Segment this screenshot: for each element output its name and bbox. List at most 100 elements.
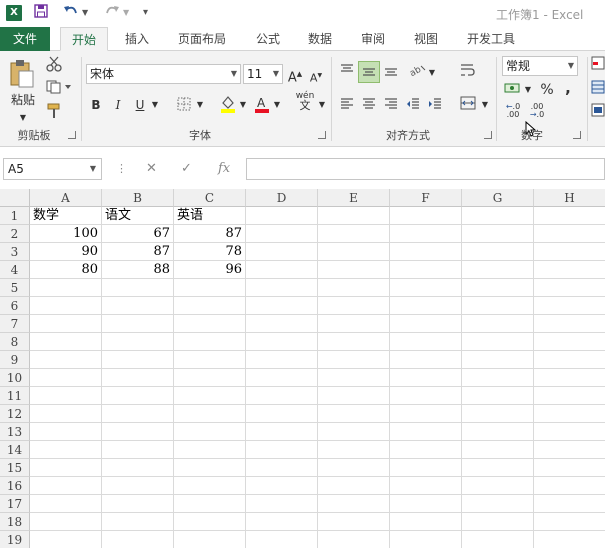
column-header-a[interactable]: A [30, 189, 102, 207]
align-right-icon[interactable] [383, 97, 399, 116]
cell-b19[interactable] [102, 531, 174, 548]
cell-a18[interactable] [30, 513, 102, 531]
column-header-b[interactable]: B [102, 189, 174, 207]
cell-f1[interactable] [390, 207, 462, 225]
row-header-9[interactable]: 9 [0, 351, 30, 369]
grow-font-icon[interactable]: A▲ [287, 65, 303, 87]
cell-g2[interactable] [462, 225, 534, 243]
cell-b11[interactable] [102, 387, 174, 405]
cell-f13[interactable] [390, 423, 462, 441]
cell-g9[interactable] [462, 351, 534, 369]
cell-h1[interactable] [534, 207, 605, 225]
cell-h13[interactable] [534, 423, 605, 441]
top-align-icon[interactable] [339, 63, 355, 82]
save-icon[interactable] [34, 4, 48, 22]
cell-f12[interactable] [390, 405, 462, 423]
cell-a17[interactable] [30, 495, 102, 513]
cell-b7[interactable] [102, 315, 174, 333]
borders-dropdown-icon[interactable]: ▼ [195, 96, 205, 114]
cell-b17[interactable] [102, 495, 174, 513]
cell-c6[interactable] [174, 297, 246, 315]
cell-b9[interactable] [102, 351, 174, 369]
cell-b3[interactable]: 87 [102, 243, 174, 261]
row-header-11[interactable]: 11 [0, 387, 30, 405]
cell-g10[interactable] [462, 369, 534, 387]
increase-indent-icon[interactable] [427, 97, 443, 116]
cell-c11[interactable] [174, 387, 246, 405]
font-size-select[interactable]: 11 ▼ [243, 64, 283, 84]
merge-dropdown-icon[interactable]: ▼ [480, 96, 490, 114]
cell-b18[interactable] [102, 513, 174, 531]
cell-b15[interactable] [102, 459, 174, 477]
tab-file[interactable]: 文件 [0, 27, 50, 51]
italic-button[interactable]: I [111, 96, 125, 114]
row-header-8[interactable]: 8 [0, 333, 30, 351]
cell-a11[interactable] [30, 387, 102, 405]
more-options-icon[interactable]: ⋮ [116, 158, 127, 180]
cell-f16[interactable] [390, 477, 462, 495]
row-header-17[interactable]: 17 [0, 495, 30, 513]
cell-g11[interactable] [462, 387, 534, 405]
orientation-icon[interactable]: ab [407, 63, 429, 82]
cell-h18[interactable] [534, 513, 605, 531]
cell-a9[interactable] [30, 351, 102, 369]
row-header-19[interactable]: 19 [0, 531, 30, 548]
tab-insert[interactable]: 插入 [115, 27, 159, 51]
cell-d1[interactable] [246, 207, 318, 225]
cell-a16[interactable] [30, 477, 102, 495]
cell-f6[interactable] [390, 297, 462, 315]
select-all-corner[interactable] [0, 189, 30, 207]
cell-f9[interactable] [390, 351, 462, 369]
cell-h19[interactable] [534, 531, 605, 548]
cell-d9[interactable] [246, 351, 318, 369]
column-header-g[interactable]: G [462, 189, 534, 207]
cell-b1[interactable]: 语文 [102, 207, 174, 225]
cell-b14[interactable] [102, 441, 174, 459]
cell-e13[interactable] [318, 423, 390, 441]
format-as-table-icon[interactable] [591, 80, 605, 99]
cell-b4[interactable]: 88 [102, 261, 174, 279]
cell-f4[interactable] [390, 261, 462, 279]
cell-a12[interactable] [30, 405, 102, 423]
accounting-format-icon[interactable] [503, 81, 523, 100]
cell-d4[interactable] [246, 261, 318, 279]
phonetic-dropdown-icon[interactable]: ▼ [317, 96, 327, 114]
paste-dropdown-icon[interactable]: ▼ [17, 109, 29, 127]
row-header-12[interactable]: 12 [0, 405, 30, 423]
cell-e14[interactable] [318, 441, 390, 459]
row-header-16[interactable]: 16 [0, 477, 30, 495]
row-header-1[interactable]: 1 [0, 207, 30, 225]
cell-g5[interactable] [462, 279, 534, 297]
cell-d7[interactable] [246, 315, 318, 333]
cell-f8[interactable] [390, 333, 462, 351]
comma-style-button[interactable]: , [562, 79, 574, 97]
cell-d8[interactable] [246, 333, 318, 351]
cell-c8[interactable] [174, 333, 246, 351]
cell-c17[interactable] [174, 495, 246, 513]
cell-b16[interactable] [102, 477, 174, 495]
row-header-5[interactable]: 5 [0, 279, 30, 297]
cell-e16[interactable] [318, 477, 390, 495]
cell-g3[interactable] [462, 243, 534, 261]
name-box[interactable]: A5 ▼ [3, 158, 102, 180]
fill-color-dropdown-icon[interactable]: ▼ [238, 96, 248, 114]
cell-h11[interactable] [534, 387, 605, 405]
clipboard-launcher-icon[interactable] [68, 131, 76, 139]
cell-c5[interactable] [174, 279, 246, 297]
cancel-icon[interactable]: ✕ [146, 158, 157, 180]
cell-c12[interactable] [174, 405, 246, 423]
decrease-decimal-icon[interactable]: .00 →.0 [526, 103, 548, 119]
spreadsheet-grid[interactable]: A B C D E F G H 1 数学 语文 英语 2 100 67 87 3 90 87 78 4 80 88 96 5 6 7… [0, 189, 605, 548]
cell-e11[interactable] [318, 387, 390, 405]
cell-e6[interactable] [318, 297, 390, 315]
font-color-icon[interactable]: A [253, 95, 271, 118]
row-header-4[interactable]: 4 [0, 261, 30, 279]
cell-f10[interactable] [390, 369, 462, 387]
cell-e19[interactable] [318, 531, 390, 548]
wrap-text-icon[interactable] [458, 63, 478, 82]
format-painter-icon[interactable] [44, 103, 64, 124]
cell-c1[interactable]: 英语 [174, 207, 246, 225]
cell-f11[interactable] [390, 387, 462, 405]
font-color-dropdown-icon[interactable]: ▼ [272, 96, 282, 114]
conditional-format-icon[interactable] [591, 56, 605, 75]
